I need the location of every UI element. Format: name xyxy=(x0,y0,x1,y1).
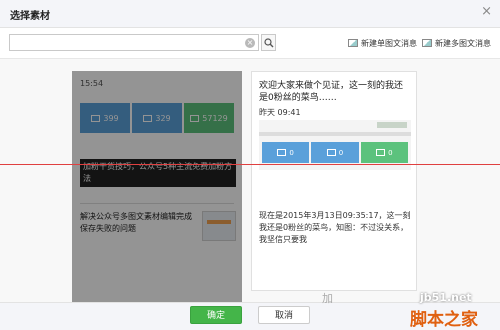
image-icon xyxy=(422,39,432,47)
preview-bar xyxy=(259,132,411,136)
search-button[interactable] xyxy=(261,34,276,51)
new-multi-article-button[interactable]: 新建多图文消息 xyxy=(422,37,491,49)
close-icon[interactable]: × xyxy=(481,5,492,19)
card-dim-overlay xyxy=(72,71,242,309)
dialog-titlebar: 选择素材 × xyxy=(0,0,500,28)
card-title: 欢迎大家来做个见证，这一刻的我还是0粉丝的菜鸟…… xyxy=(259,81,404,103)
dialog-title: 选择素材 xyxy=(10,11,50,22)
stat-value: 0 xyxy=(388,148,393,157)
image-icon xyxy=(348,39,358,47)
search-icon xyxy=(264,38,274,48)
logo xyxy=(377,122,407,128)
card-body-text: 现在是2015年3月13日09:35:17，这一刻我还是0粉丝的菜鸟，知图：不过… xyxy=(259,211,411,244)
confirm-button[interactable]: 确定 xyxy=(190,306,242,324)
material-grid: 15:54 399 329 57129 加粉干货技巧，公众号5种主流免费加粉方法… xyxy=(0,58,500,309)
watermark-brand: 脚本之家 xyxy=(410,310,478,330)
stat-value: 0 xyxy=(289,148,294,157)
search-input[interactable]: × xyxy=(9,34,259,51)
clear-search-icon[interactable]: × xyxy=(245,38,255,48)
watermark-text: 加 xyxy=(322,292,333,305)
stat-messages: 0 xyxy=(262,142,310,163)
material-card-single[interactable]: 欢迎大家来做个见证，这一刻的我还是0粉丝的菜鸟…… 昨天 09:41 0 0 0… xyxy=(251,71,417,291)
cancel-button[interactable]: 取消 xyxy=(258,306,310,324)
stat-wechat: 0 xyxy=(360,142,408,163)
new-multi-article-label: 新建多图文消息 xyxy=(435,38,491,48)
material-card-multi[interactable]: 15:54 399 329 57129 加粉干货技巧，公众号5种主流免费加粉方法… xyxy=(72,71,242,309)
user-icon xyxy=(326,149,336,156)
wechat-icon xyxy=(376,149,386,156)
stat-value: 0 xyxy=(338,148,344,157)
toolbar: × 新建单图文消息 新建多图文消息 xyxy=(0,29,500,57)
message-icon xyxy=(277,149,287,156)
new-single-article-button[interactable]: 新建单图文消息 xyxy=(348,37,417,49)
new-single-article-label: 新建单图文消息 xyxy=(361,38,417,48)
stats-row: 0 0 0 xyxy=(262,142,408,163)
watermark-site: jb51.net xyxy=(420,291,472,304)
red-guide-line xyxy=(0,164,500,165)
card-date: 昨天 09:41 xyxy=(259,108,301,117)
stat-users: 0 xyxy=(311,142,359,163)
